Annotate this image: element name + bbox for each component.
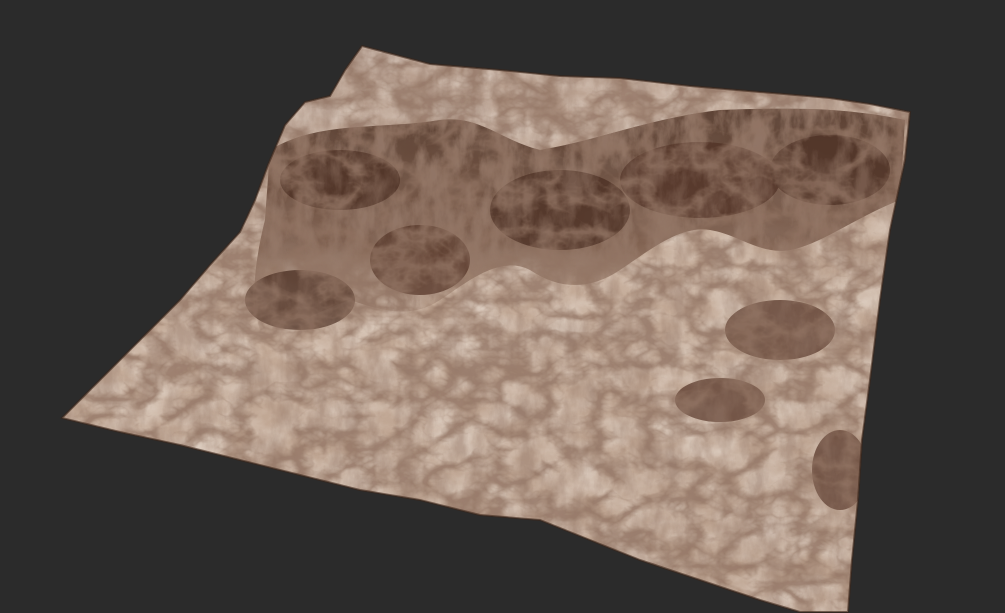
- terrain-render: [60, 44, 912, 613]
- 3d-viewport[interactable]: [0, 0, 1005, 613]
